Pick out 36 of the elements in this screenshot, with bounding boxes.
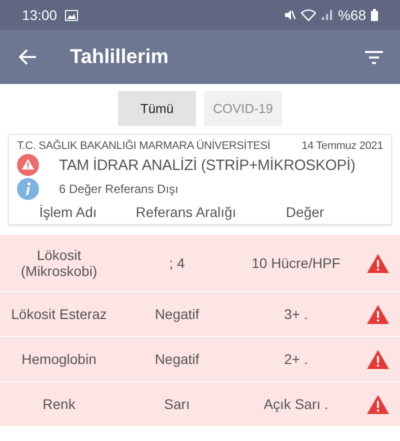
warning-icon [367,350,389,368]
test-item-name: Lökosit Esteraz [11,306,107,322]
reference-range: Negatif [154,351,200,367]
institution-name: T.C. SAĞLIK BAKANLIĞI MARMARA ÜNİVERSİTESİ [17,140,270,152]
test-name: TAM İDRAR ANALİZİ (STRİP+MİKROSKOPİ) [59,156,356,174]
screen-title: Tahlillerim [70,46,170,68]
warning-icon [17,154,39,176]
column-header: Değer [286,204,324,220]
test-item-name: Hemoglobin [22,351,96,367]
status-time: 13:00 [22,7,58,23]
reference-range: ; 4 [169,255,185,271]
mute-icon [284,9,296,21]
out-of-range-summary: 6 Değer Referans Dışı [59,182,178,196]
test-item-name: Renk [42,396,76,412]
warning-icon [367,304,389,324]
result-value: 2+ . [284,351,308,367]
image-icon [65,10,78,20]
reference-range: Negatif [154,306,200,322]
back-arrow-icon[interactable] [19,49,37,65]
warning-icon [367,254,389,272]
warning-icon [367,394,389,414]
filter-icon[interactable] [365,50,383,64]
wifi-icon [300,9,316,21]
info-icon [17,178,39,200]
result-value: Açık Sarı . [264,396,328,412]
battery-percent: %68 [338,7,366,23]
test-item-name: Lökosit (Mikroskobi) [20,247,98,279]
signal-icon [320,9,333,21]
column-header: İşlem Adı [39,204,97,220]
filter-tab[interactable]: Tümü [118,90,196,126]
result-date: 14 Temmuz 2021 [302,140,383,152]
result-value: 3+ . [284,306,308,322]
column-header: Referans Aralığı [136,204,236,220]
battery-icon [371,9,378,21]
result-value: 10 Hücre/HPF [252,255,340,271]
reference-range: Sarı [164,396,190,412]
